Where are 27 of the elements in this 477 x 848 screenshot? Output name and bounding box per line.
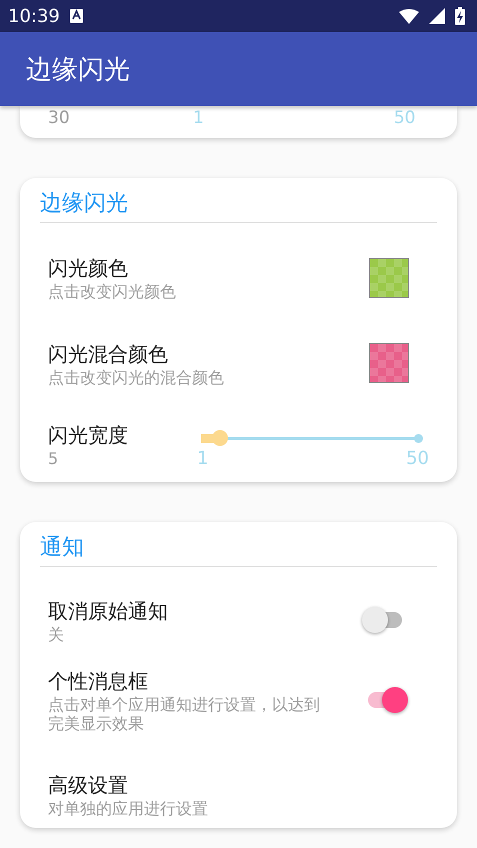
slider-max-label: 50 [406,448,429,469]
battery-charging-icon [455,7,465,25]
setting-subtitle: 点击对单个应用通知进行设置，以达到完美显示效果 [48,695,321,733]
setting-title: 闪光混合颜色 [48,340,169,368]
setting-title: 取消原始通知 [48,598,169,624]
section-title: 通知 [40,534,84,562]
setting-title: 个性消息框 [48,668,149,695]
color-swatch[interactable] [369,258,409,298]
setting-title: 高级设置 [48,772,129,798]
color-swatch[interactable] [369,343,409,384]
setting-subtitle: 关 [48,624,65,644]
slider-min-label: 1 [197,448,208,469]
setting-subtitle: 点击改变闪光的混合颜色 [48,368,225,387]
wifi-icon [399,8,419,24]
app-title: 边缘闪光 [26,54,130,86]
setting-subtitle: 对单独的应用进行设置 [48,798,209,818]
setting-title: 闪光颜色 [48,255,129,282]
slider-min-label: 1 [193,108,204,128]
section-title: 边缘闪光 [40,190,128,218]
setting-value: 30 [48,108,71,128]
setting-title: 闪光宽度 [48,422,129,449]
slider-max-label: 50 [394,108,416,128]
setting-value: 5 [48,448,60,468]
keyboard-notification-icon [70,9,83,23]
signal-icon [429,8,445,24]
setting-subtitle: 点击改变闪光颜色 [48,282,177,302]
status-time: 10:39 [8,6,60,26]
